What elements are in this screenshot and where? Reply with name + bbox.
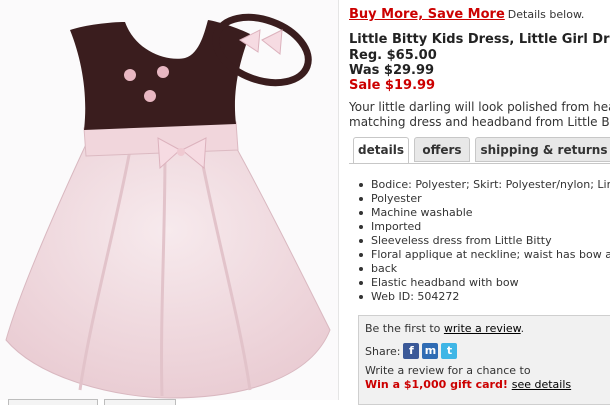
share-row: Share: f m t	[365, 343, 458, 359]
review-box: Be the first to write a review. Share: f…	[358, 315, 610, 405]
detail-item: Machine washable	[357, 206, 610, 220]
product-tabs: details offers shipping & returns	[353, 137, 610, 164]
sale-price: Sale $19.99	[349, 78, 436, 93]
details-list: Bodice: Polyester; Skirt: Polyester/nylo…	[357, 178, 610, 304]
dress-illustration	[5, 13, 331, 399]
buy-more-save-more-link[interactable]: Buy More, Save More	[349, 7, 505, 22]
product-title: Little Bitty Kids Dress, Little Girl Dre…	[349, 32, 610, 47]
twitter-icon[interactable]: t	[441, 343, 458, 359]
detail-item-continued: back	[357, 262, 610, 276]
description-line: Your little darling will look polished f…	[349, 100, 610, 114]
detail-item: Elastic headband with bow	[357, 276, 610, 290]
write-review-link[interactable]: write a review	[444, 322, 521, 335]
tab-details[interactable]: details	[353, 137, 409, 164]
tab-offers[interactable]: offers	[414, 137, 470, 162]
thumbnail-tab[interactable]	[104, 399, 176, 405]
dress-skirt	[5, 139, 331, 399]
share-label: Share:	[365, 344, 401, 358]
promo-banner: Buy More, Save More Details below.	[349, 3, 584, 22]
thumbnail-tab[interactable]	[8, 399, 98, 405]
review-prefix: Be the first to	[365, 322, 441, 335]
gift-card-text: Win a $1,000 gift card!	[365, 378, 508, 391]
detail-item-continued: Polyester	[357, 192, 610, 206]
facebook-icon[interactable]: f	[403, 343, 420, 359]
tab-shipping-returns[interactable]: shipping & returns	[475, 137, 610, 162]
review-chance-text: Write a review for a chance to	[365, 364, 531, 377]
detail-item: Bodice: Polyester; Skirt: Polyester/nylo…	[357, 178, 610, 192]
detail-item: Imported	[357, 220, 610, 234]
review-prompt: Be the first to write a review.	[365, 322, 524, 335]
detail-item: Sleeveless dress from Little Bitty	[357, 234, 610, 248]
detail-item: Floral applique at neckline; waist has b…	[357, 248, 610, 262]
see-details-link[interactable]: see details	[512, 378, 571, 391]
was-price: Was $29.99	[349, 63, 435, 78]
detail-item: Web ID: 504272	[357, 290, 610, 304]
product-image[interactable]	[0, 0, 339, 400]
regular-price: Reg. $65.00	[349, 48, 437, 63]
description-line: matching dress and headband from Little …	[349, 115, 610, 129]
thumbnail-strip	[0, 398, 338, 405]
product-info: Buy More, Save More Details below. Little…	[349, 0, 610, 405]
tab-divider	[349, 163, 610, 164]
review-suffix: .	[520, 322, 525, 335]
promo-note: Details below.	[507, 8, 585, 21]
gift-card-line: Win a $1,000 gift card! see details	[365, 378, 571, 391]
product-description: Your little darling will look polished f…	[349, 100, 610, 130]
myspace-icon[interactable]: m	[422, 343, 439, 359]
